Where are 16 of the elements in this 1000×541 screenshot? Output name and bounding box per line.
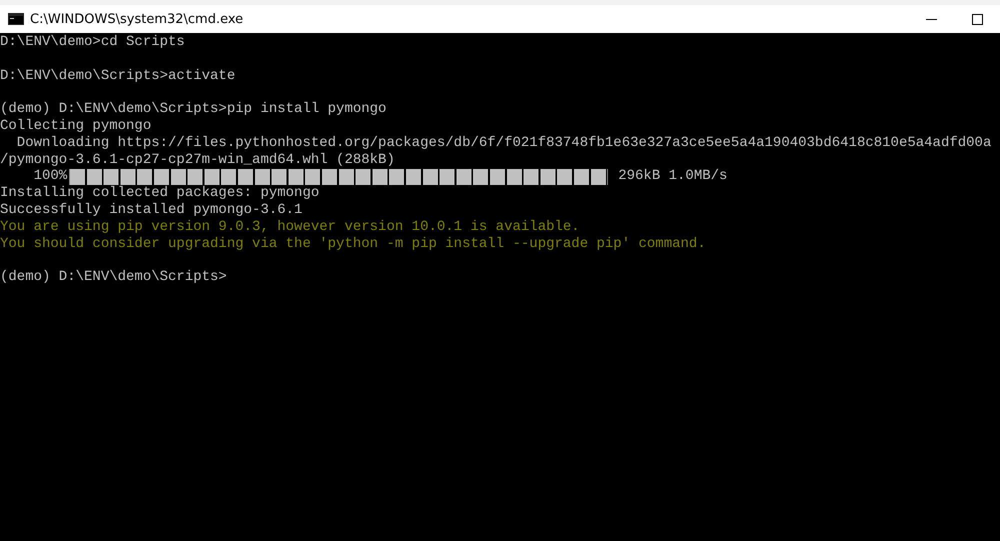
console-line: (demo) D:\ENV\demo\Scripts>pip install pymongo <box>0 101 386 118</box>
console-line: Downloading https://files.pythonhosted.org/packages/db/6f/f021f83748fb1e63e327a3ce5ee5a4a190403bd6418c810e5a4adfd00a <box>16 134 992 152</box>
console-line: (demo) D:\ENV\demo\Scripts> <box>0 269 227 286</box>
console-line: You should consider upgrading via the 'python -m pip install --upgrade pip' command. <box>0 236 706 252</box>
console-line: Collecting pymongo <box>0 118 152 135</box>
window-title: C:\WINDOWS\system32\cmd.exe <box>30 12 244 26</box>
console-line: D:\ENV\demo>cd Scripts <box>0 34 185 51</box>
console-line: You are using pip version 9.0.3, however version 10.0.1 is available. <box>0 218 580 236</box>
progress-percent: 100% <box>32 168 68 186</box>
maximize-icon <box>972 14 982 24</box>
console-line: Installing collected packages: pymongo <box>0 185 320 202</box>
console-line: Successfully installed pymongo-3.6.1 <box>0 202 302 219</box>
console-line: /pymongo-3.6.1-cp27-cp27m-win_amd64.whl (288kB) <box>0 152 395 168</box>
console-icon <box>8 13 24 25</box>
console-line: D:\ENV\demo\Scripts>activate <box>0 68 236 84</box>
progress-reading: 296kB 1.0MB/s <box>618 168 728 186</box>
